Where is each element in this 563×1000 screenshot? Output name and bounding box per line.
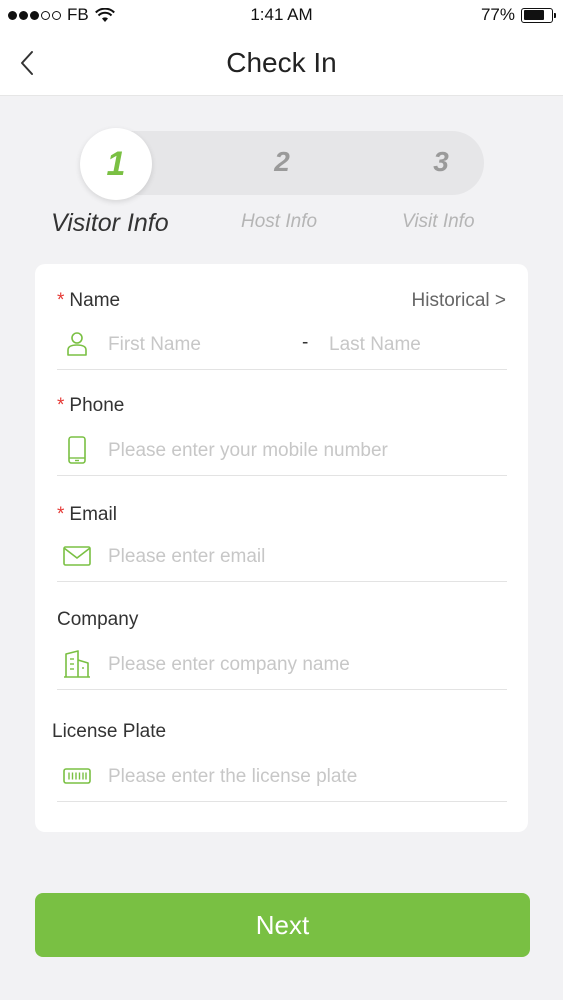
email-label: * Email	[57, 504, 117, 525]
step-2-label: Host Info	[241, 211, 318, 232]
name-separator: -	[302, 332, 309, 353]
email-input[interactable]	[108, 542, 498, 572]
person-icon	[63, 330, 91, 358]
license-plate-field-row	[57, 756, 507, 802]
status-right: 77%	[480, 5, 556, 25]
nav-bar: Check In	[0, 30, 563, 96]
mobile-phone-icon	[63, 436, 91, 464]
required-mark: *	[57, 504, 65, 525]
phone-label: * Phone	[57, 395, 125, 416]
company-input[interactable]	[108, 650, 498, 680]
license-plate-label: License Plate	[52, 721, 167, 742]
step-1-number: 1	[106, 144, 126, 183]
status-bar: FB 1:41 AM 77%	[0, 0, 563, 30]
phone-field-row	[57, 430, 507, 476]
next-button[interactable]: Next	[35, 893, 530, 957]
company-field-row	[57, 644, 507, 690]
phone-input[interactable]	[108, 436, 498, 466]
step-2-number: 2	[274, 146, 290, 177]
required-mark: *	[57, 395, 65, 416]
battery-fill	[523, 10, 545, 20]
license-plate-icon	[63, 762, 91, 790]
first-name-input[interactable]	[108, 330, 288, 360]
historical-link[interactable]: Historical >	[412, 290, 507, 312]
name-label: * Name	[57, 290, 121, 311]
company-label: Company	[57, 609, 139, 630]
battery-icon	[521, 7, 556, 23]
email-field-row	[57, 536, 507, 582]
battery-percent: 77%	[480, 5, 515, 24]
visitor-form-card: *Name Historical > - *Phone *Email	[35, 264, 528, 832]
status-time: 1:41 AM	[250, 5, 313, 24]
license-plate-input[interactable]	[108, 762, 498, 792]
envelope-icon	[63, 542, 91, 570]
last-name-input[interactable]	[329, 330, 499, 360]
step-3-label: Visit Info	[402, 211, 475, 232]
step-3-number: 3	[433, 146, 449, 177]
page-title: Check In	[226, 47, 337, 78]
step-1-indicator: 1	[80, 128, 152, 200]
building-icon	[63, 650, 91, 678]
required-mark: *	[57, 290, 65, 311]
name-field-row: -	[57, 324, 507, 370]
step-1-label: Visitor Info	[51, 209, 169, 237]
